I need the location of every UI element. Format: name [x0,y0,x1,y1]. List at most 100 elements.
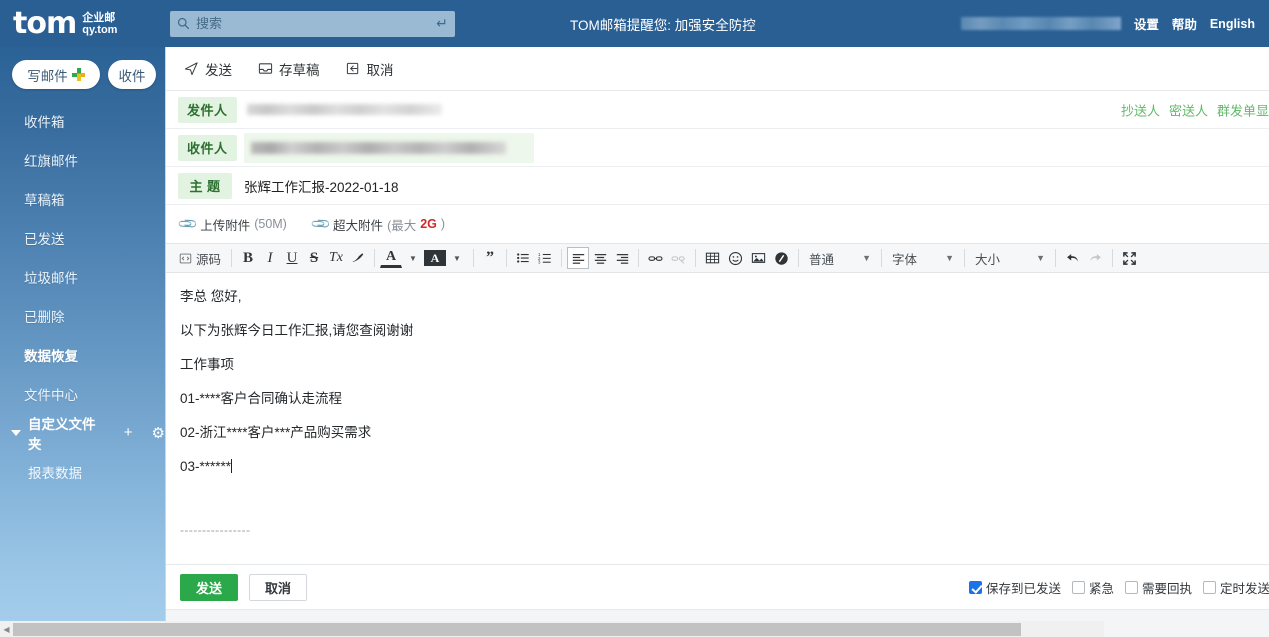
urgent-label: 紧急 [1089,578,1114,597]
save-draft-action[interactable]: 存草稿 [258,59,320,79]
format-brush-button[interactable] [347,247,369,269]
sidebar-item-deleted[interactable]: 已删除 [0,296,165,335]
sidebar-action-buttons: 写邮件 收件 [0,47,165,89]
send-button[interactable]: 发送 [180,574,238,601]
image-button[interactable] [747,247,770,269]
scheduled-send-checkbox[interactable]: 定时发送 [1203,578,1269,597]
send-action-label: 发送 [205,59,232,79]
font-size-select[interactable]: 大小 ▼ [970,247,1050,269]
large-attachment-button[interactable]: 📎 超大附件 (最大 2G ) [313,215,445,234]
sidebar-item-file-center[interactable]: 文件中心 [0,374,165,413]
chevron-down-icon [11,430,21,436]
search-icon [170,17,196,30]
sidebar-item-inbox[interactable]: 收件箱 [0,101,165,140]
sidebar-item-sent[interactable]: 已发送 [0,218,165,257]
cancel-button[interactable]: 取消 [249,574,307,601]
upload-attachment-button[interactable]: 📎 上传附件 (50M) [180,215,287,234]
sidebar-item-label: 收件箱 [24,111,65,131]
large-attachment-suffix: ) [441,217,445,231]
paragraph-format-select[interactable]: 普通 ▼ [804,247,876,269]
scrollbar-thumb[interactable] [13,623,1021,636]
attachment-button[interactable] [770,247,793,269]
bold-button[interactable]: B [237,247,259,269]
redo-button[interactable] [1084,247,1107,269]
paperclip-icon: 📎 [310,213,333,236]
align-right-button[interactable] [611,247,633,269]
bulleted-list-button[interactable] [512,247,534,269]
link-icon [648,252,663,265]
toolbar-separator [964,249,965,267]
scroll-left-arrow-icon[interactable]: ◀ [0,621,13,637]
toolbar-separator [638,249,639,267]
text-color-button[interactable]: A [380,249,402,268]
toolbar-separator [473,249,474,267]
italic-icon: I [268,250,273,267]
link-button[interactable] [644,247,667,269]
bg-color-dropdown[interactable]: ▼ [446,247,468,269]
paper-plane-icon [184,61,199,76]
subject-field-input[interactable]: 张辉工作汇报-2022-01-18 [244,176,1269,196]
urgent-checkbox[interactable]: 紧急 [1072,578,1114,597]
numbered-list-button[interactable]: 123 [534,247,556,269]
sidebar-item-spam[interactable]: 垃圾邮件 [0,257,165,296]
email-body-editor[interactable]: 李总 您好, 以下为张辉今日工作汇报,请您查阅谢谢 工作事项 01-****客户… [166,273,1269,541]
english-link[interactable]: English [1210,17,1255,31]
checkbox-icon [1125,581,1138,594]
remove-format-button[interactable]: Tx [325,247,347,269]
search-box[interactable]: ↵ [170,11,455,37]
custom-folder-header[interactable]: 自定义文件夹 + ⚙ [0,413,165,452]
to-field-value-redacted[interactable] [251,142,506,154]
source-code-button[interactable]: 源码 [174,247,226,269]
sidebar-item-flagged[interactable]: 红旗邮件 [0,140,165,179]
text-color-icon: A [386,249,396,265]
bcc-link[interactable]: 密送人 [1169,100,1208,119]
enter-arrow-icon[interactable]: ↵ [429,15,455,32]
align-left-icon [572,252,585,265]
mass-send-link[interactable]: 群发单显 [1217,100,1269,119]
cc-link[interactable]: 抄送人 [1121,100,1160,119]
sidebar-item-drafts[interactable]: 草稿箱 [0,179,165,218]
help-link[interactable]: 帮助 [1172,14,1197,33]
unlink-button[interactable] [667,247,690,269]
to-field-row: 收件人 [166,129,1269,167]
chevron-down-icon: ▼ [862,253,871,263]
gear-icon[interactable]: ⚙ [152,424,165,442]
sidebar-folder-report-data[interactable]: 报表数据 [0,452,165,491]
save-to-sent-checkbox[interactable]: 保存到已发送 [969,578,1061,597]
body-line: 以下为张辉今日工作汇报,请您查阅谢谢 [180,321,1269,342]
italic-button[interactable]: I [259,247,281,269]
brand-logo[interactable]: tom 企业邮 qy.tom [0,0,165,47]
sidebar-item-label: 草稿箱 [24,189,65,209]
text-color-dropdown[interactable]: ▼ [402,247,424,269]
bg-color-button[interactable]: A [424,250,446,266]
font-family-select[interactable]: 字体 ▼ [887,247,959,269]
underline-button[interactable]: U [281,247,303,269]
sidebar-folder-label: 报表数据 [28,462,82,482]
save-to-sent-label: 保存到已发送 [986,578,1061,597]
undo-button[interactable] [1061,247,1084,269]
receipt-checkbox[interactable]: 需要回执 [1125,578,1192,597]
horizontal-scrollbar[interactable]: ◀ [0,621,1104,637]
compose-mail-button[interactable]: 写邮件 [12,60,100,89]
align-left-button[interactable] [567,247,589,269]
strikethrough-button[interactable]: S [303,247,325,269]
blockquote-button[interactable]: ” [479,247,501,269]
sidebar-item-label: 文件中心 [24,384,78,404]
signature-divider: ---------------- [180,521,250,540]
align-center-button[interactable] [589,247,611,269]
add-folder-icon[interactable]: + [124,424,133,441]
cancel-action[interactable]: 取消 [346,59,394,79]
from-field-value-redacted[interactable] [247,104,442,115]
checkbox-icon [969,581,982,594]
emoji-button[interactable] [724,247,747,269]
sidebar-item-data-recovery[interactable]: 数据恢复 [0,335,165,374]
send-action[interactable]: 发送 [184,59,232,79]
receive-mail-button[interactable]: 收件 [108,60,156,89]
settings-link[interactable]: 设置 [1134,14,1159,33]
maximize-button[interactable] [1118,247,1141,269]
cancel-action-label: 取消 [367,59,394,79]
search-input[interactable] [196,16,429,31]
redo-arrow-icon [1088,251,1103,265]
send-options-group: 保存到已发送 紧急 需要回执 定时发送 [969,578,1269,597]
table-button[interactable] [701,247,724,269]
